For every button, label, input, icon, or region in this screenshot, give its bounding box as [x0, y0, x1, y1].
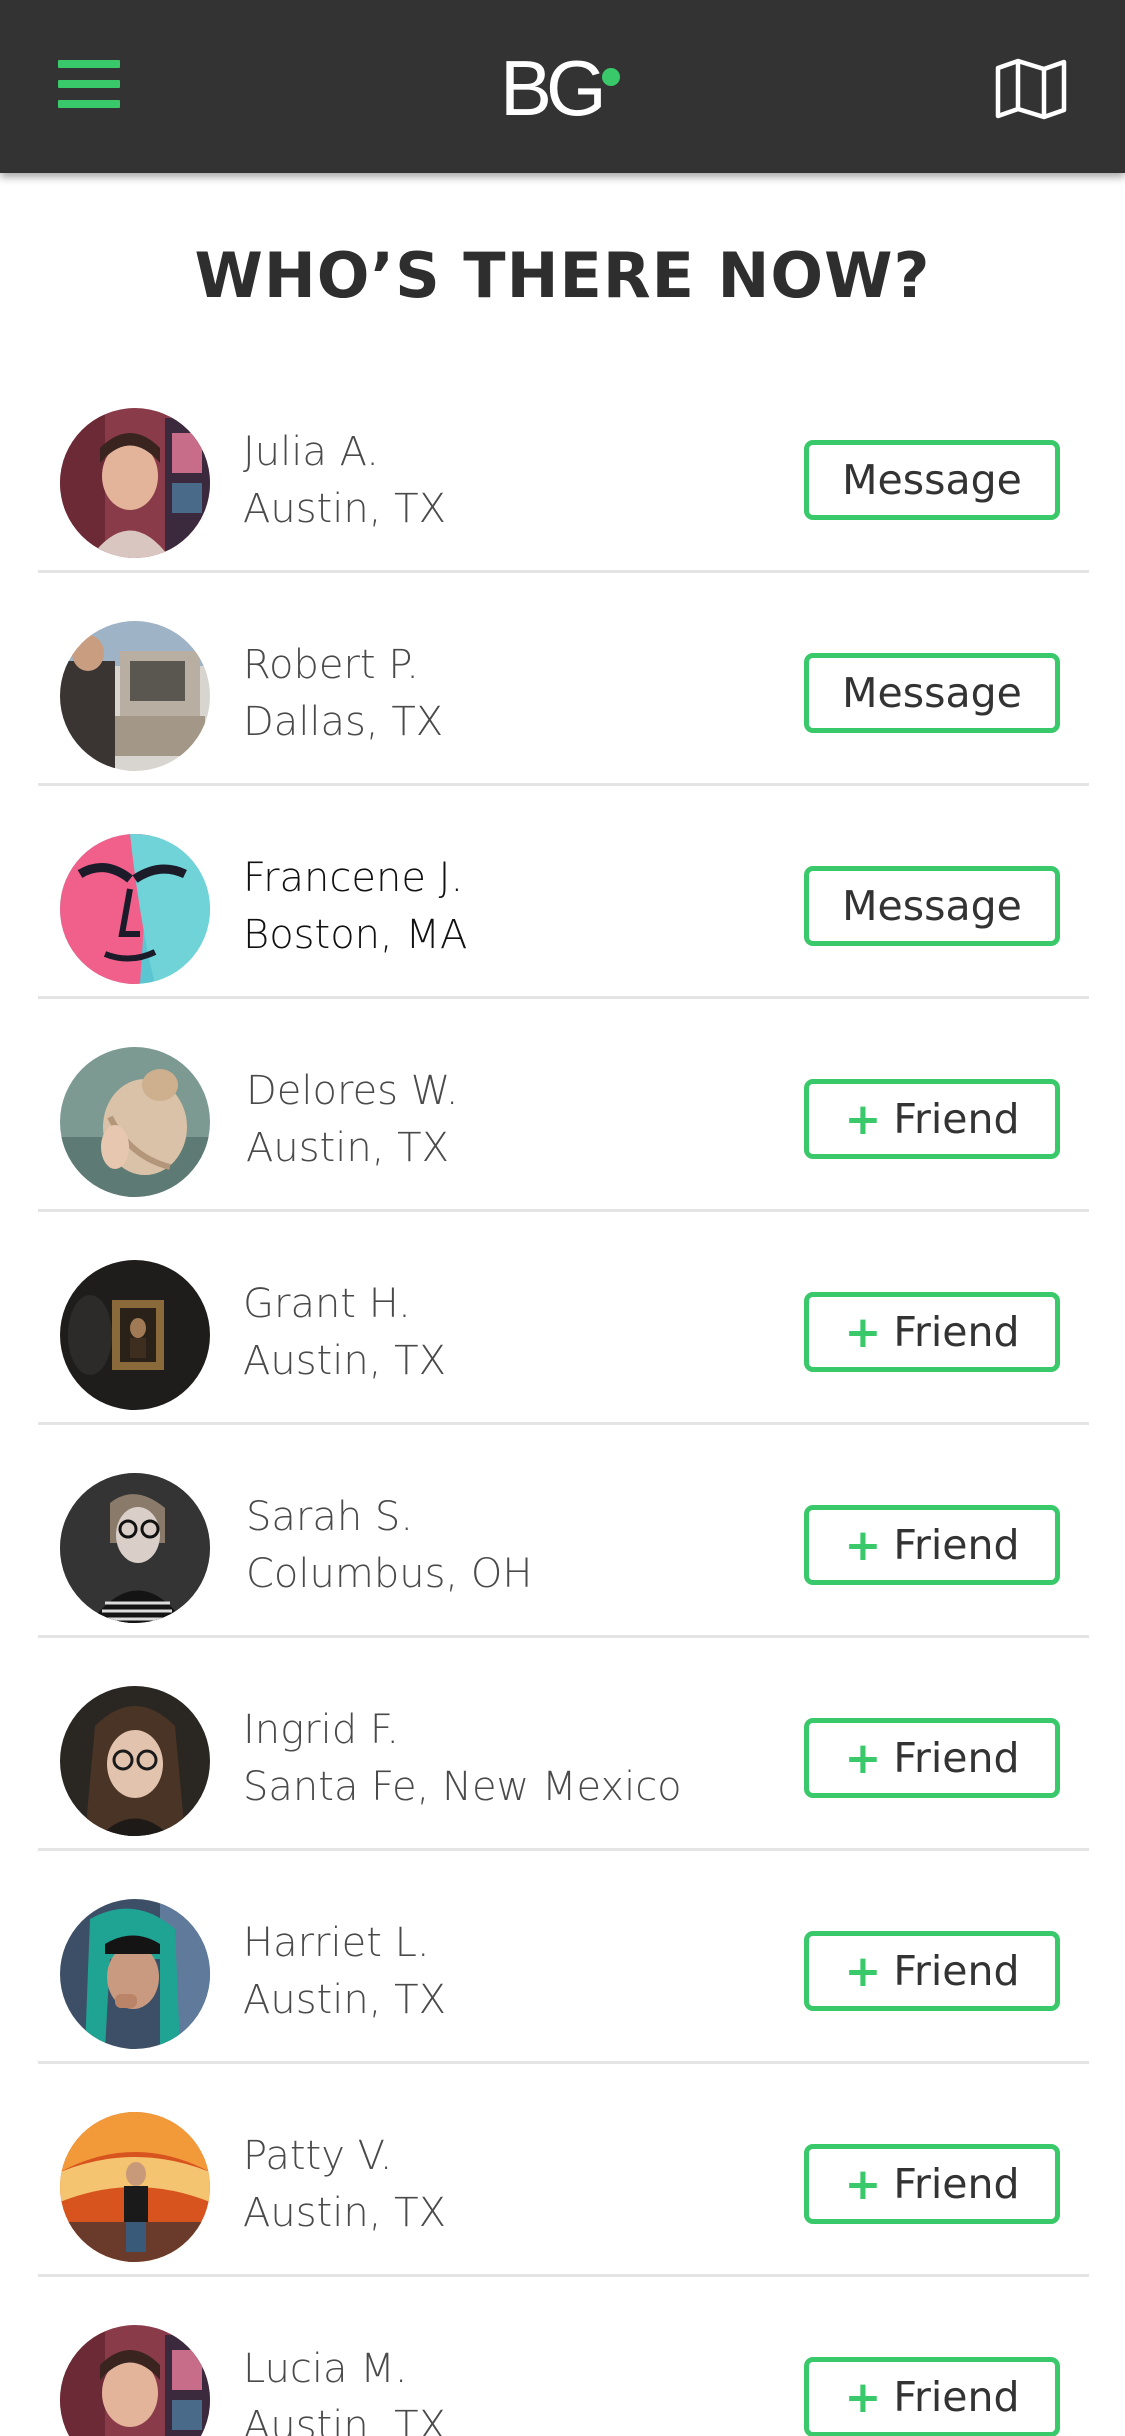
plus-icon: + [844, 2158, 882, 2210]
avatar[interactable] [60, 408, 210, 558]
person-info: Patty V. Austin, TX [243, 2128, 446, 2242]
button-label: Message [842, 669, 1022, 717]
plus-icon: + [844, 1732, 882, 1784]
plus-icon: + [844, 1519, 882, 1571]
person-info: Grant H. Austin, TX [243, 1276, 446, 1390]
person-info: Sarah S. Columbus, OH [246, 1489, 532, 1603]
list-item[interactable]: Julia A. Austin, TX Message [0, 360, 1125, 573]
add-friend-button[interactable]: + Friend [804, 1079, 1060, 1159]
top-navigation-bar: BG [0, 0, 1125, 173]
person-name: Julia A. [243, 429, 379, 475]
plus-icon: + [844, 1945, 882, 1997]
add-friend-button[interactable]: + Friend [804, 1931, 1060, 2011]
avatar[interactable] [60, 1473, 210, 1623]
person-location: Santa Fe, New Mexico [243, 1764, 682, 1810]
list-item[interactable]: Grant H. Austin, TX + Friend [0, 1212, 1125, 1425]
person-name: Lucia M. [243, 2346, 408, 2392]
avatar[interactable] [60, 2112, 210, 2262]
app-screen: BG WHO’S THERE NOW? Julia A. Austin, TX … [0, 0, 1125, 2436]
add-friend-button[interactable]: + Friend [804, 2144, 1060, 2224]
person-location: Austin, TX [243, 2190, 446, 2236]
person-location: Columbus, OH [246, 1551, 533, 1597]
avatar[interactable] [60, 621, 210, 771]
person-name: Grant H. [243, 1281, 411, 1327]
avatar[interactable] [60, 1260, 210, 1410]
person-location: Austin, TX [243, 1338, 446, 1384]
person-location: Dallas, TX [243, 699, 444, 745]
person-name: Sarah S. [246, 1494, 414, 1540]
avatar[interactable] [60, 1686, 210, 1836]
person-name: Harriet L. [243, 1920, 430, 1966]
button-label: Friend [893, 2373, 1020, 2421]
message-button[interactable]: Message [804, 653, 1060, 733]
list-item[interactable]: Delores W. Austin, TX + Friend [0, 999, 1125, 1212]
button-label: Friend [893, 1095, 1020, 1143]
person-location: Austin, TX [246, 1125, 449, 1171]
person-info: Francene J. Boston, MA [243, 850, 467, 964]
plus-icon: + [844, 1306, 882, 1358]
avatar[interactable] [60, 1899, 210, 2049]
person-name: Patty V. [243, 2133, 393, 2179]
person-name: Ingrid F. [243, 1707, 400, 1753]
button-label: Message [842, 456, 1022, 504]
plus-icon: + [844, 2371, 882, 2423]
person-name: Delores W. [246, 1068, 459, 1114]
list-item[interactable]: Robert P. Dallas, TX Message [0, 573, 1125, 786]
plus-icon: + [844, 1093, 882, 1145]
person-info: Robert P. Dallas, TX [243, 637, 443, 751]
list-item[interactable]: Sarah S. Columbus, OH + Friend [0, 1425, 1125, 1638]
person-info: Delores W. Austin, TX [246, 1063, 458, 1177]
message-button[interactable]: Message [804, 440, 1060, 520]
person-location: Austin, TX [243, 486, 446, 532]
button-label: Friend [893, 1521, 1020, 1569]
add-friend-button[interactable]: + Friend [804, 1505, 1060, 1585]
logo-text: BG [500, 44, 607, 132]
button-label: Friend [893, 1734, 1020, 1782]
person-location: Austin, TX [243, 2403, 446, 2436]
person-location: Austin, TX [243, 1977, 446, 2023]
hamburger-menu-icon[interactable] [58, 60, 122, 112]
add-friend-button[interactable]: + Friend [804, 1292, 1060, 1372]
person-name: Francene J. [243, 855, 464, 901]
app-logo[interactable]: BG [500, 48, 630, 128]
button-label: Message [842, 882, 1022, 930]
logo-dot [602, 68, 620, 86]
person-info: Julia A. Austin, TX [243, 424, 446, 538]
list-item[interactable]: Lucia M. Austin, TX + Friend [0, 2277, 1125, 2436]
person-name: Robert P. [243, 642, 419, 688]
person-location: Boston, MA [243, 912, 468, 958]
page-title: WHO’S THERE NOW? [194, 239, 931, 312]
list-item[interactable]: Harriet L. Austin, TX + Friend [0, 1851, 1125, 2064]
message-button[interactable]: Message [804, 866, 1060, 946]
add-friend-button[interactable]: + Friend [804, 2357, 1060, 2436]
avatar[interactable] [60, 834, 210, 984]
avatar[interactable] [60, 1047, 210, 1197]
button-label: Friend [893, 2160, 1020, 2208]
person-info: Harriet L. Austin, TX [243, 1915, 446, 2029]
button-label: Friend [893, 1947, 1020, 1995]
person-info: Ingrid F. Santa Fe, New Mexico [243, 1702, 682, 1816]
button-label: Friend [893, 1308, 1020, 1356]
list-item[interactable]: Ingrid F. Santa Fe, New Mexico + Friend [0, 1638, 1125, 1851]
avatar[interactable] [60, 2325, 210, 2436]
add-friend-button[interactable]: + Friend [804, 1718, 1060, 1798]
map-icon[interactable] [994, 58, 1068, 120]
person-info: Lucia M. Austin, TX [243, 2341, 446, 2436]
list-item[interactable]: Francene J. Boston, MA Message [0, 786, 1125, 999]
list-item[interactable]: Patty V. Austin, TX + Friend [0, 2064, 1125, 2277]
